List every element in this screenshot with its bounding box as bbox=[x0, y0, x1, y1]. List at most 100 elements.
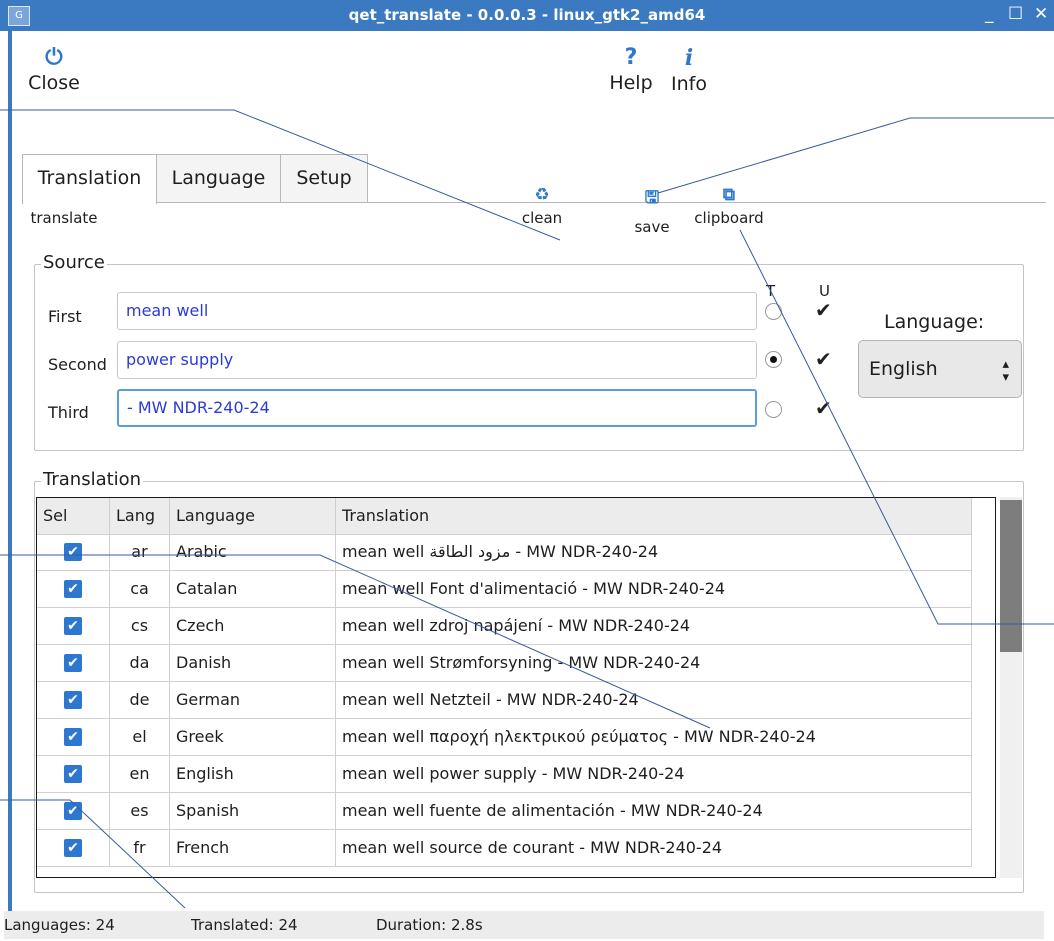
translation-legend: Translation bbox=[41, 469, 144, 490]
info-label: Info bbox=[671, 73, 707, 95]
first-t-radio[interactable] bbox=[765, 303, 782, 320]
sel-checkbox[interactable]: ✔ bbox=[64, 580, 82, 598]
table-row[interactable]: ✔ de German mean well Netzteil - MW NDR-240… bbox=[37, 682, 972, 719]
table-row[interactable]: ✔ el Greek mean well παροχή ηλεκτρικού ρεύμ… bbox=[37, 719, 972, 756]
sel-checkbox[interactable]: ✔ bbox=[64, 543, 82, 561]
sel-checkbox[interactable]: ✔ bbox=[64, 765, 82, 783]
recycle-icon: ♻ bbox=[534, 185, 550, 205]
status-languages: Languages: 24 bbox=[4, 916, 115, 934]
language-cell: Arabic bbox=[170, 534, 336, 570]
status-duration: Duration: 2.8s bbox=[376, 916, 483, 934]
table-header: Sel Lang Language Translation bbox=[37, 498, 972, 535]
sel-checkbox[interactable]: ✔ bbox=[64, 802, 82, 820]
table-row[interactable]: ✔ en English mean well power supply - MW ND… bbox=[37, 756, 972, 793]
save-button[interactable]: 🖫 save bbox=[627, 185, 677, 236]
translation-cell: mean well fuente de alimentación - MW ND… bbox=[336, 793, 972, 829]
third-input[interactable]: - MW NDR-240-24 bbox=[117, 389, 757, 427]
language-select[interactable]: English ▴ ▾ bbox=[858, 340, 1022, 398]
language-cell: French bbox=[170, 830, 336, 866]
table-row[interactable]: ✔ es Spanish mean well fuente de alimentaci… bbox=[37, 793, 972, 830]
window-close-button[interactable]: ✕ bbox=[1034, 4, 1048, 24]
translate-label: translate bbox=[30, 209, 98, 227]
power-icon: ⏻ bbox=[45, 45, 63, 70]
sel-checkbox[interactable]: ✔ bbox=[64, 617, 82, 635]
sel-cell: ✔ bbox=[37, 756, 110, 792]
second-input[interactable]: power supply bbox=[117, 341, 757, 379]
lang-code-cell: da bbox=[110, 645, 170, 681]
col-translation[interactable]: Translation bbox=[336, 498, 972, 534]
translation-cell: mean well power supply - MW NDR-240-24 bbox=[336, 756, 972, 792]
language-cell: Czech bbox=[170, 608, 336, 644]
info-button[interactable]: i Info bbox=[664, 45, 714, 95]
status-translated: Translated: 24 bbox=[191, 916, 298, 934]
minimize-button[interactable]: _ bbox=[985, 4, 994, 24]
maximize-button[interactable]: ☐ bbox=[1008, 4, 1023, 24]
language-cell: Catalan bbox=[170, 571, 336, 607]
translation-table: Sel Lang Language Translation ✔ ar Arabic m… bbox=[36, 497, 996, 878]
col-sel[interactable]: Sel bbox=[37, 498, 110, 534]
lang-code-cell: de bbox=[110, 682, 170, 718]
sel-checkbox[interactable]: ✔ bbox=[64, 728, 82, 746]
close-button[interactable]: ⏻ Close bbox=[24, 45, 84, 94]
table-row[interactable]: ✔ ar Arabic mean well مزود الطاقة - MW NDR-… bbox=[37, 534, 972, 571]
first-u-checkbox[interactable]: ✔ bbox=[815, 300, 832, 320]
info-icon: i bbox=[684, 45, 694, 71]
tab-language[interactable]: Language bbox=[155, 154, 282, 202]
table-row[interactable]: ✔ ca Catalan mean well Font d'alimentació -… bbox=[37, 571, 972, 608]
first-input[interactable]: mean well bbox=[117, 292, 757, 330]
table-scrollbar[interactable] bbox=[1000, 497, 1022, 878]
language-cell: Greek bbox=[170, 719, 336, 755]
sel-cell: ✔ bbox=[37, 534, 110, 570]
third-u-checkbox[interactable]: ✔ bbox=[815, 398, 832, 418]
clipboard-button[interactable]: ⧉ clipboard bbox=[684, 185, 774, 227]
second-t-radio[interactable] bbox=[765, 351, 782, 368]
language-cell: German bbox=[170, 682, 336, 718]
sel-cell: ✔ bbox=[37, 571, 110, 607]
translation-cell: mean well zdroj napájení - MW NDR-240-24 bbox=[336, 608, 972, 644]
second-u-checkbox[interactable]: ✔ bbox=[815, 349, 832, 369]
clean-button[interactable]: ♻ clean bbox=[512, 185, 572, 227]
lang-code-cell: ar bbox=[110, 534, 170, 570]
scrollbar-thumb[interactable] bbox=[1000, 500, 1022, 652]
language-cell: Spanish bbox=[170, 793, 336, 829]
language-cell: English bbox=[170, 756, 336, 792]
table-row[interactable]: ✔ da Danish mean well Strømforsyning - MW N… bbox=[37, 645, 972, 682]
question-icon: ? bbox=[624, 45, 638, 70]
third-t-radio[interactable] bbox=[765, 401, 782, 418]
help-label: Help bbox=[609, 72, 653, 94]
sel-cell: ✔ bbox=[37, 719, 110, 755]
sel-checkbox[interactable]: ✔ bbox=[64, 654, 82, 672]
window-title: qet_translate - 0.0.0.3 - linux_gtk2_amd… bbox=[348, 6, 706, 24]
sel-cell: ✔ bbox=[37, 793, 110, 829]
sel-checkbox[interactable]: ✔ bbox=[64, 839, 82, 857]
lang-code-cell: fr bbox=[110, 830, 170, 866]
language-label: Language: bbox=[884, 311, 985, 333]
table-row[interactable]: ✔ cs Czech mean well zdroj napájení - MW ND… bbox=[37, 608, 972, 645]
col-lang[interactable]: Lang bbox=[110, 498, 170, 534]
clipboard-label: clipboard bbox=[694, 209, 764, 227]
help-button[interactable]: ? Help bbox=[606, 45, 656, 94]
col-language[interactable]: Language bbox=[170, 498, 336, 534]
close-label: Close bbox=[28, 72, 80, 94]
translation-cell: mean well مزود الطاقة - MW NDR-240-24 bbox=[336, 534, 972, 570]
table-row[interactable]: ✔ fr French mean well source de courant - M… bbox=[37, 830, 972, 867]
language-cell: Danish bbox=[170, 645, 336, 681]
translation-cell: mean well Font d'alimentació - MW NDR-24… bbox=[336, 571, 972, 607]
third-label: Third bbox=[48, 403, 89, 422]
lang-code-cell: ca bbox=[110, 571, 170, 607]
status-bar: Languages: 24 Translated: 24 Duration: 2… bbox=[4, 911, 1044, 939]
lang-code-cell: en bbox=[110, 756, 170, 792]
sel-checkbox[interactable]: ✔ bbox=[64, 691, 82, 709]
tab-translation[interactable]: Translation bbox=[22, 154, 157, 204]
updown-arrows-icon: ▴ ▾ bbox=[1002, 357, 1009, 385]
second-label: Second bbox=[48, 355, 107, 374]
translation-cell: mean well παροχή ηλεκτρικού ρεύματος - M… bbox=[336, 719, 972, 755]
translation-cell: mean well Netzteil - MW NDR-240-24 bbox=[336, 682, 972, 718]
first-label: First bbox=[48, 307, 82, 326]
lang-code-cell: cs bbox=[110, 608, 170, 644]
floppy-icon: 🖫 bbox=[644, 188, 660, 208]
clipboard-icon: ⧉ bbox=[722, 185, 736, 205]
translation-cell: mean well Strømforsyning - MW NDR-240-24 bbox=[336, 645, 972, 681]
tab-setup[interactable]: Setup bbox=[280, 154, 368, 202]
sel-cell: ✔ bbox=[37, 682, 110, 718]
